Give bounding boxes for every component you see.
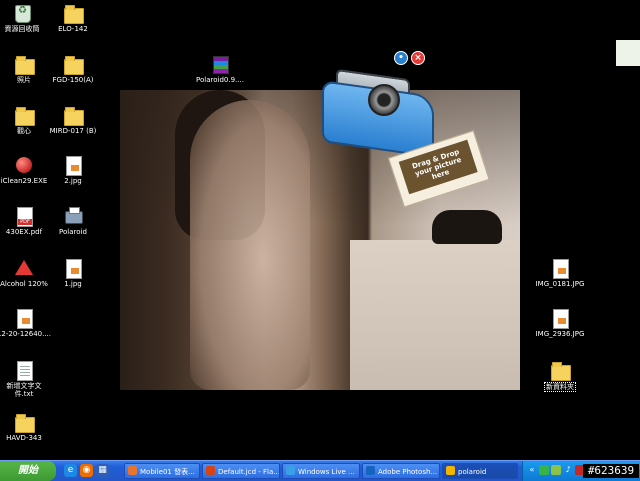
desktop-icon-2-jpg[interactable]: 2.jpg bbox=[37, 155, 109, 185]
wallpaper-figure bbox=[190, 100, 310, 390]
recycle-bin-icon bbox=[15, 5, 31, 23]
desktop-icon-polaroid-archive[interactable]: Polaroid0.9.... bbox=[184, 54, 256, 84]
quicklaunch-firefox-icon[interactable]: ◉ bbox=[80, 464, 93, 477]
folder-icon bbox=[15, 107, 35, 126]
folder-icon bbox=[64, 5, 84, 24]
app-icon bbox=[16, 157, 32, 173]
polaroid-task-icon bbox=[446, 466, 455, 475]
desktop-icon-1-jpg[interactable]: 1.jpg bbox=[37, 258, 109, 288]
image-file-icon bbox=[553, 259, 569, 279]
folder-icon bbox=[15, 56, 35, 75]
desktop-gadget[interactable] bbox=[616, 40, 640, 66]
wallpaper-dresser bbox=[350, 240, 520, 390]
firefox-icon bbox=[128, 466, 137, 475]
image-file-icon bbox=[553, 309, 569, 329]
quicklaunch-ie-icon[interactable]: e bbox=[64, 464, 77, 477]
widget-close-button[interactable]: × bbox=[411, 51, 425, 65]
tray-arrow-icon[interactable]: « bbox=[527, 465, 537, 475]
widget-minimize-button[interactable]: • bbox=[394, 51, 408, 65]
flash-icon bbox=[206, 466, 215, 475]
winrar-icon bbox=[213, 56, 229, 74]
tray-volume-icon[interactable]: ♪ bbox=[563, 465, 573, 475]
taskbar-button-windows-live[interactable]: Windows Live ... bbox=[282, 463, 360, 479]
folder-icon bbox=[15, 414, 35, 433]
image-file-icon bbox=[66, 259, 82, 279]
tray-network-icon[interactable] bbox=[539, 465, 549, 475]
taskbar-button-polaroid[interactable]: polaroid bbox=[442, 463, 518, 479]
quicklaunch-show-desktop-icon[interactable]: ▦ bbox=[96, 464, 109, 477]
pdf-icon bbox=[17, 207, 33, 227]
desktop-icon-img-0181[interactable]: IMG_0181.JPG bbox=[524, 258, 596, 288]
desktop-icon-havd-343[interactable]: HAVD-343 bbox=[0, 412, 60, 442]
windows-live-icon bbox=[286, 466, 295, 475]
start-button[interactable]: 開始 bbox=[0, 461, 56, 481]
desktop-icon-12-20-file[interactable]: 12-20-12640.... bbox=[0, 308, 60, 338]
folder-icon bbox=[64, 56, 84, 75]
watermark-label: #623639 bbox=[583, 464, 639, 478]
desktop-icon-elo-142[interactable]: ELO-142 bbox=[37, 3, 109, 33]
wallpaper-telephone bbox=[432, 210, 502, 244]
image-file-icon bbox=[66, 156, 82, 176]
taskbar-button-flash[interactable]: Default.jcd - Fla... bbox=[202, 463, 280, 479]
desktop-icon-mird-017[interactable]: MIRD-017 (B) bbox=[37, 105, 109, 135]
desktop-icon-new-text-file[interactable]: 新增文字文件.txt bbox=[0, 360, 60, 398]
taskbar-button-mobile01[interactable]: Mobile01 發表... bbox=[124, 463, 200, 479]
taskbar-button-photoshop[interactable]: Adobe Photosh... bbox=[362, 463, 440, 479]
printer-icon bbox=[65, 207, 83, 224]
tray-messenger-icon[interactable] bbox=[551, 465, 561, 475]
image-file-icon bbox=[17, 309, 33, 329]
taskbar: 開始 e ◉ ▦ Mobile01 發表... Default.jcd - Fl… bbox=[0, 460, 640, 481]
desktop-icon-img-2936[interactable]: IMG_2936.JPG bbox=[524, 308, 596, 338]
text-file-icon bbox=[17, 361, 33, 381]
alcohol-icon bbox=[15, 260, 33, 275]
desktop-icon-new-folder[interactable]: 新資料夾 bbox=[524, 360, 596, 392]
desktop-icon-fgd-150[interactable]: FGD-150(A) bbox=[37, 54, 109, 84]
photoshop-icon bbox=[366, 466, 375, 475]
camera-lens-icon bbox=[368, 84, 400, 116]
desktop-icon-polaroid[interactable]: Polaroid bbox=[37, 206, 109, 236]
folder-icon bbox=[551, 362, 571, 381]
folder-icon bbox=[64, 107, 84, 126]
